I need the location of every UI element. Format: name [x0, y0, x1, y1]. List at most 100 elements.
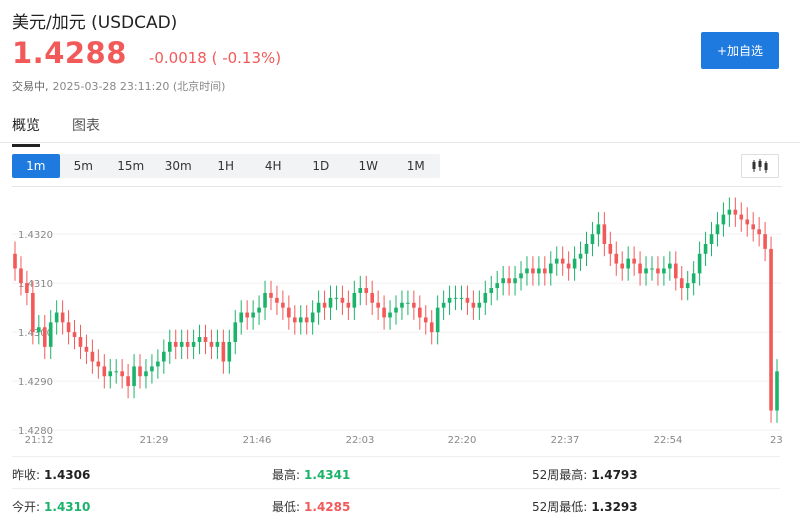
period-5m[interactable]: 5m: [60, 154, 108, 178]
candle-up: [257, 307, 261, 313]
candle-down: [608, 243, 613, 254]
candle-down: [418, 307, 422, 318]
candle-up: [328, 297, 333, 308]
candle-up: [215, 341, 220, 347]
candle-down: [656, 268, 660, 274]
period-1d[interactable]: 1D: [297, 154, 345, 178]
add-watchlist-button[interactable]: +加自选: [701, 32, 779, 69]
stat-label: 52周最高:: [532, 468, 588, 482]
candle-up: [775, 371, 779, 411]
candle-up: [644, 268, 648, 274]
candle-up: [685, 283, 690, 289]
candle-up: [489, 288, 494, 293]
candle-down: [543, 268, 547, 274]
chart-type-button[interactable]: [741, 154, 779, 178]
candle-down: [638, 263, 642, 274]
candle-down: [614, 253, 619, 264]
candle-down: [304, 317, 309, 323]
candle-up: [310, 312, 315, 323]
candle-down: [507, 278, 511, 284]
price-chart[interactable]: 1.4320 1.4310 1.4300 1.4290 1.4280 21:12 21:29…: [12, 186, 782, 450]
candle-up: [495, 283, 500, 289]
candle-down: [632, 258, 636, 264]
stat-high: 最高: 1.4341: [272, 466, 350, 483]
candle-down: [203, 337, 208, 342]
candle-down: [126, 376, 130, 387]
candle-down: [412, 302, 416, 308]
period-1mo[interactable]: 1M: [392, 154, 440, 178]
candle-down: [679, 278, 684, 289]
candle-up: [548, 263, 553, 274]
candle-up: [626, 258, 630, 269]
stat-value: 1.4341: [304, 468, 351, 482]
candle-down: [209, 341, 214, 347]
candle-up: [703, 243, 708, 254]
candle-up: [715, 224, 720, 235]
period-1h[interactable]: 1H: [202, 154, 250, 178]
period-30m[interactable]: 30m: [155, 154, 203, 178]
candle-up: [537, 268, 541, 274]
candle-up: [406, 302, 410, 304]
period-4h[interactable]: 4H: [250, 154, 298, 178]
candle-up: [150, 366, 154, 372]
candle-down: [382, 307, 386, 318]
candle-up: [513, 278, 517, 284]
candle-up: [590, 234, 595, 244]
stat-open: 今开: 1.4310: [12, 498, 90, 515]
candle-up: [662, 268, 666, 274]
candle-up: [394, 307, 398, 313]
candle-up: [691, 273, 696, 284]
candle-up: [263, 292, 267, 308]
candle-up: [179, 341, 184, 347]
candle-down: [751, 224, 755, 230]
x-tick-label: 22:37: [551, 435, 580, 446]
candle-down: [120, 371, 124, 377]
candle-up: [239, 312, 244, 323]
status-label: 交易中,: [12, 80, 49, 93]
stats-row-2: 今开: 1.4310 最低: 1.4285 52周最低: 1.3293: [12, 488, 780, 520]
candle-up: [435, 307, 440, 333]
candle-up: [709, 234, 714, 244]
candle-down: [429, 322, 434, 333]
candle-down: [364, 288, 369, 293]
candle-down: [739, 214, 744, 220]
candle-up: [352, 292, 357, 308]
candle-down: [78, 337, 83, 347]
candle-up: [156, 361, 160, 367]
candle-down: [531, 268, 535, 274]
candle-down: [745, 219, 750, 225]
candle-down: [566, 263, 571, 269]
candle-up: [334, 297, 339, 299]
period-15m[interactable]: 15m: [107, 154, 155, 178]
candle-up: [197, 337, 202, 342]
candle-down: [66, 322, 71, 333]
candle-down: [465, 297, 470, 303]
stat-low: 最低: 1.4285: [272, 498, 350, 515]
candle-up: [316, 302, 321, 313]
stat-value: 1.4793: [591, 468, 638, 482]
stat-label: 最高:: [272, 468, 301, 482]
stat-label: 今开:: [12, 500, 41, 514]
period-1w[interactable]: 1W: [345, 154, 393, 178]
candle-up: [167, 341, 172, 352]
candle-down: [96, 361, 101, 367]
candle-down: [769, 248, 773, 411]
candle-up: [48, 322, 53, 347]
candle-down: [560, 258, 565, 264]
candle-up: [298, 317, 303, 323]
candle-down: [19, 268, 23, 284]
candle-up: [453, 297, 458, 299]
stat-value: 1.4285: [304, 500, 351, 514]
candle-up: [132, 366, 136, 387]
candle-down: [25, 283, 29, 293]
candle-up: [227, 341, 232, 362]
candle-up: [572, 258, 577, 269]
candle-up: [251, 312, 255, 318]
candle-down: [602, 224, 607, 244]
period-1m[interactable]: 1m: [12, 154, 60, 178]
candle-down: [42, 327, 47, 347]
x-tick-label: 21:46: [243, 435, 272, 446]
tab-divider: [0, 142, 800, 143]
stat-value: 1.4306: [44, 468, 91, 482]
candle-down: [733, 209, 738, 215]
